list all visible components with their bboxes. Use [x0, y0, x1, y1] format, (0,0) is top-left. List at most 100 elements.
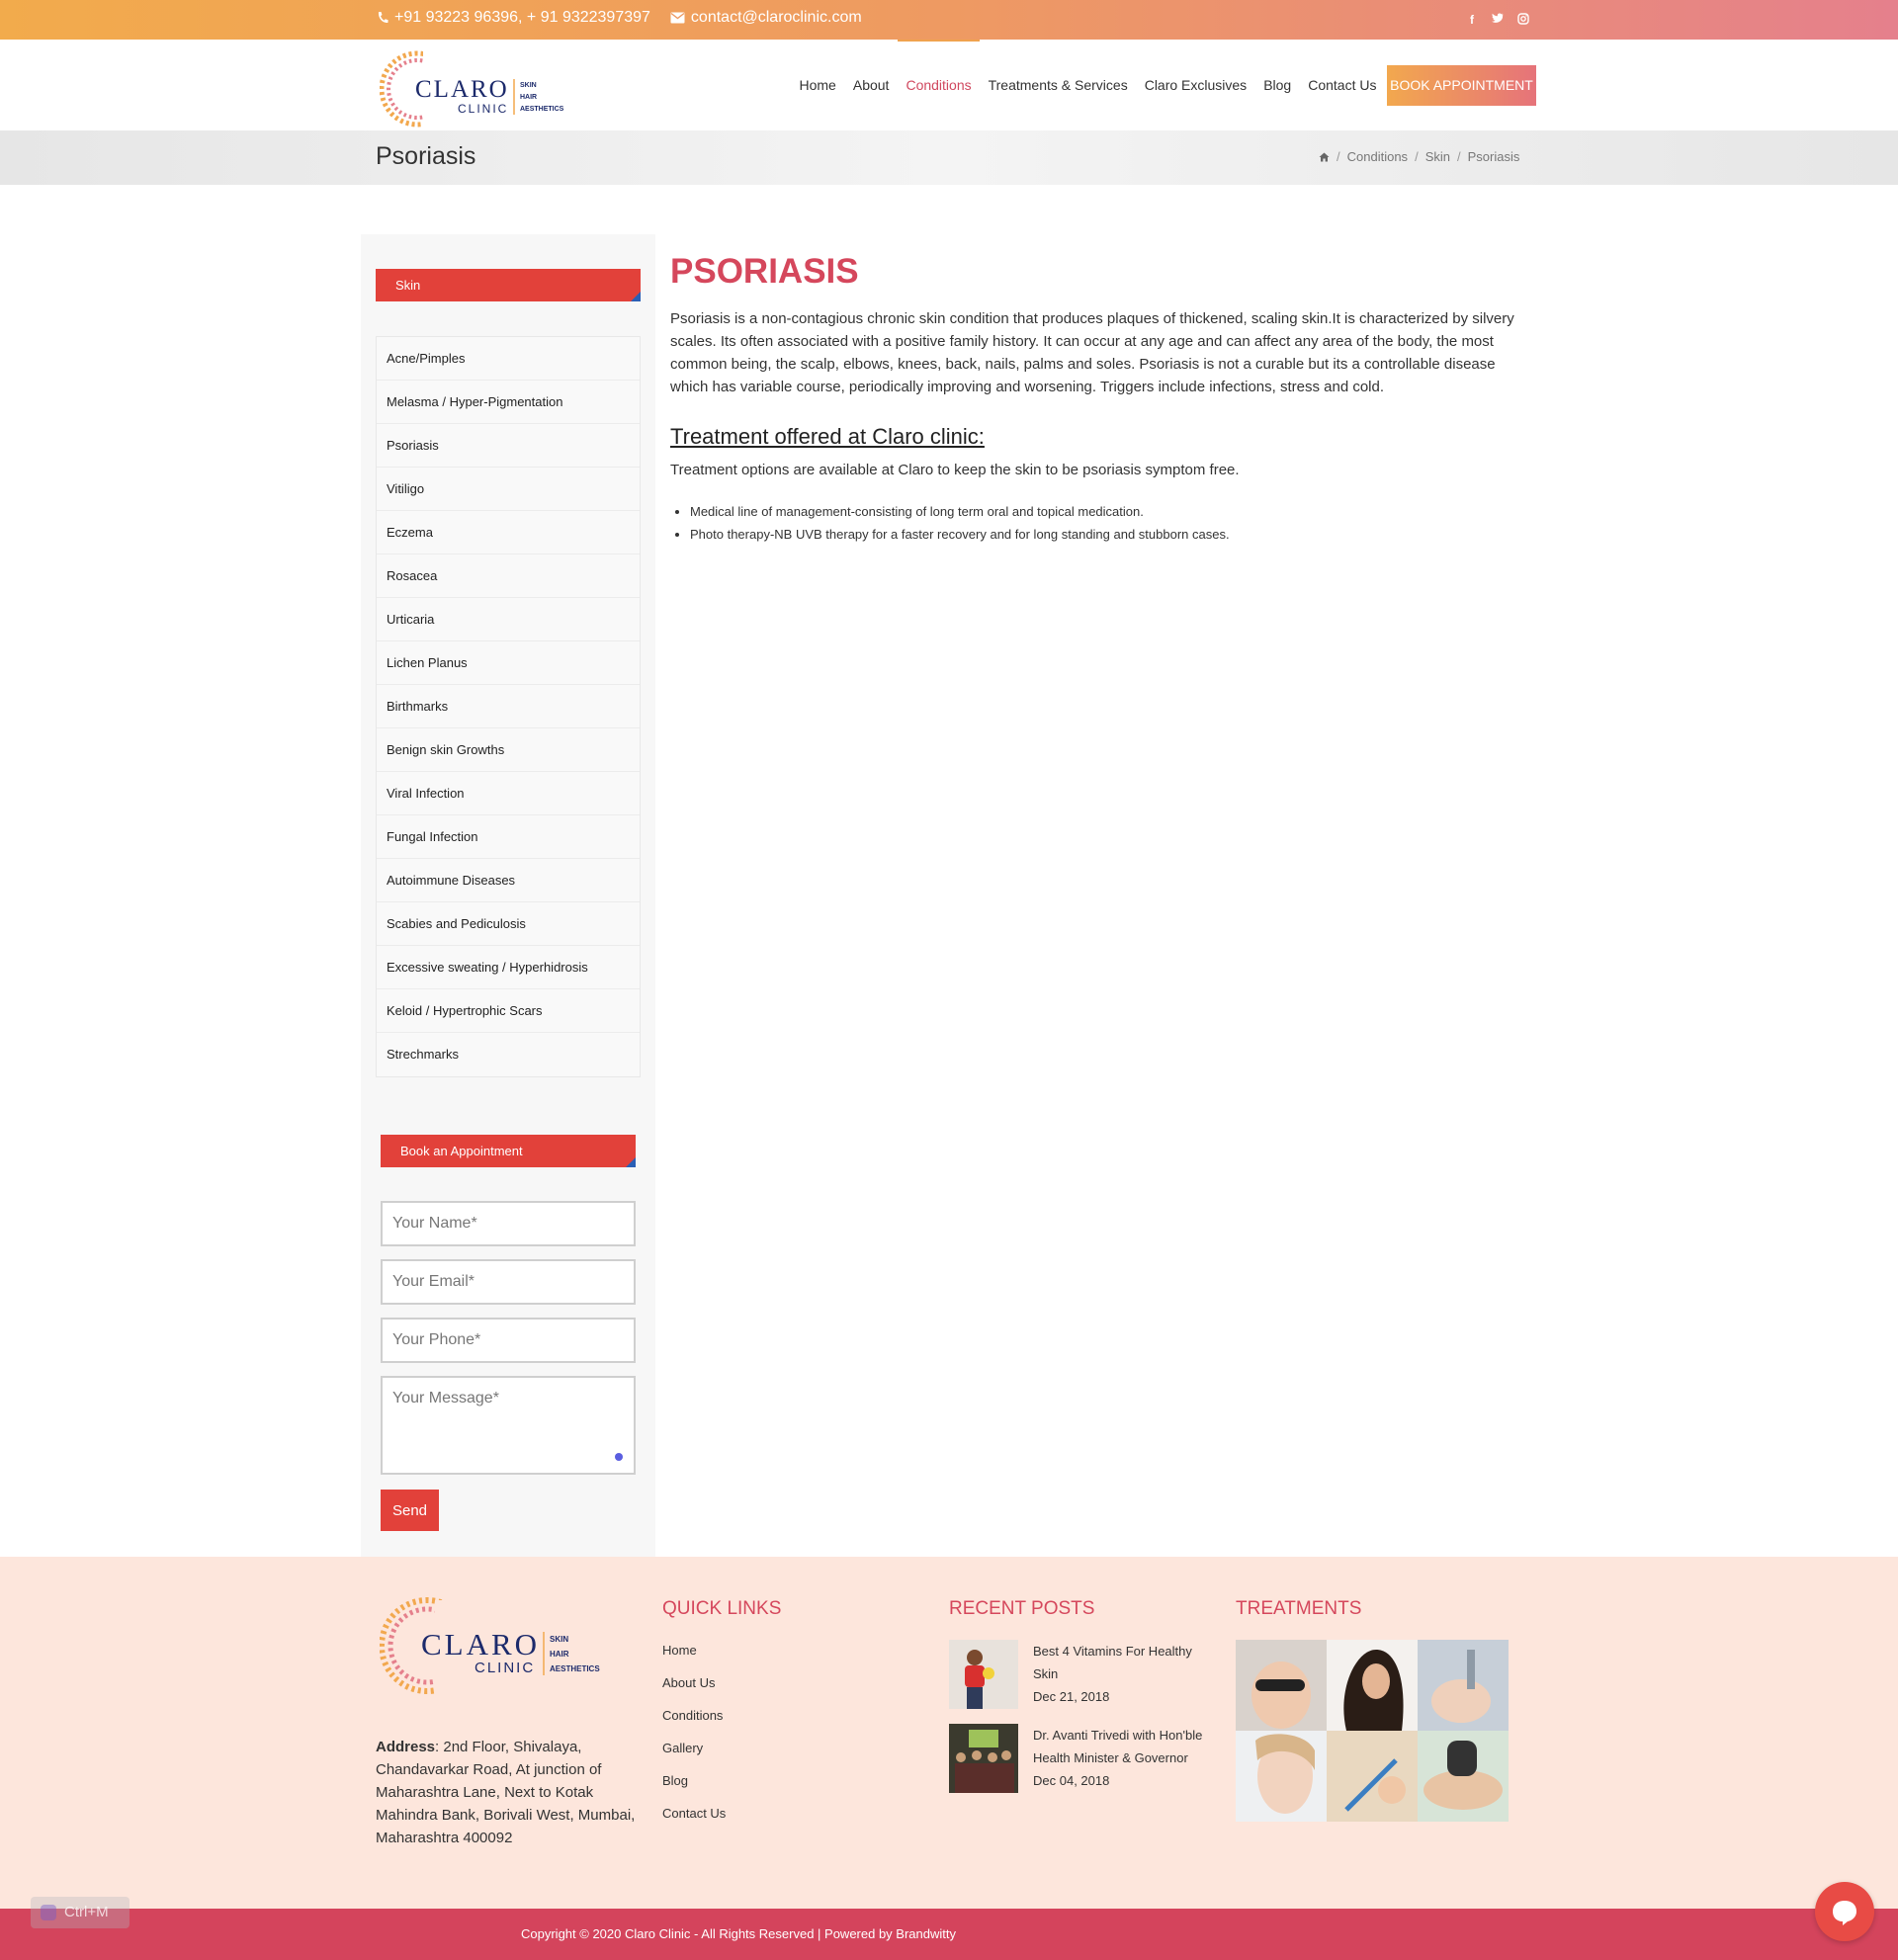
breadcrumb-current: Psoriasis	[1467, 149, 1520, 164]
sidebar-heading-skin: Skin	[376, 269, 641, 301]
post-thumbnail[interactable]	[949, 1640, 1018, 1709]
sidebar-item-psoriasis[interactable]: Psoriasis	[377, 424, 640, 468]
sidebar-item-eczema[interactable]: Eczema	[377, 511, 640, 554]
instagram-icon[interactable]	[1517, 13, 1529, 27]
post-thumbnail[interactable]	[949, 1724, 1018, 1793]
recent-posts-title: RECENT POSTS	[949, 1598, 1095, 1619]
copyright-text: Copyright © 2020 Claro Clinic - All Righ…	[521, 1926, 956, 1941]
social-links: f	[1466, 13, 1529, 27]
nav-treatments[interactable]: Treatments & Services	[980, 40, 1136, 130]
treatment-heading: Treatment offered at Claro clinic:	[670, 424, 985, 449]
main-content: PSORIASIS Psoriasis is a non-contagious …	[670, 252, 1522, 546]
email-item[interactable]: contact@claroclinic.com	[670, 9, 862, 27]
condition-list: Acne/Pimples Melasma / Hyper-Pigmentatio…	[376, 336, 641, 1077]
sidebar-item-melasma[interactable]: Melasma / Hyper-Pigmentation	[377, 381, 640, 424]
nav-blog[interactable]: Blog	[1255, 40, 1300, 130]
post-date: Dec 21, 2018	[1033, 1689, 1110, 1704]
chat-button[interactable]	[1815, 1882, 1874, 1941]
sidebar-item-scabies[interactable]: Scabies and Pediculosis	[377, 902, 640, 946]
logo-tag-aesthetics: AESTHETICS	[520, 106, 564, 113]
nav-contact[interactable]: Contact Us	[1300, 40, 1385, 130]
logo-tag-skin: SKIN	[520, 82, 537, 89]
post-title[interactable]: Dr. Avanti Trivedi with Hon'ble Health M…	[1033, 1724, 1216, 1792]
contact-info: +91 93223 96396, + 91 9322397397 contact…	[377, 9, 862, 27]
email-text: contact@claroclinic.com	[690, 9, 862, 26]
treatment-image[interactable]	[1327, 1640, 1418, 1731]
footer-link-contact[interactable]: Contact Us	[662, 1804, 726, 1836]
footer-address: Address: 2nd Floor, Shivalaya, Chandavar…	[376, 1736, 643, 1849]
site-header: CLARO CLINIC SKIN HAIR AESTHETICS Home A…	[0, 40, 1898, 130]
phone-item[interactable]: +91 93223 96396, + 91 9322397397	[377, 9, 650, 27]
footer-link-about[interactable]: About Us	[662, 1673, 726, 1706]
footer-logo-sub: CLINIC	[474, 1660, 535, 1676]
sidebar-item-viral-infection[interactable]: Viral Infection	[377, 772, 640, 815]
condition-heading: PSORIASIS	[670, 252, 859, 291]
breadcrumb: / Conditions / Skin / Psoriasis	[1319, 149, 1519, 164]
sidebar-item-urticaria[interactable]: Urticaria	[377, 598, 640, 641]
recent-post[interactable]: Best 4 Vitamins For Healthy Skin Dec 21, …	[949, 1640, 1216, 1709]
condition-description: Psoriasis is a non-contagious chronic sk…	[670, 310, 1514, 395]
sidebar: Skin Acne/Pimples Melasma / Hyper-Pigmen…	[361, 234, 655, 1557]
sidebar-item-rosacea[interactable]: Rosacea	[377, 554, 640, 598]
sidebar-item-birthmarks[interactable]: Birthmarks	[377, 685, 640, 728]
footer-logo-tag-aesthetics: AESTHETICS	[550, 1664, 600, 1673]
copyright-bar: Copyright © 2020 Claro Clinic - All Righ…	[0, 1909, 1898, 1960]
facebook-icon[interactable]: f	[1466, 13, 1478, 27]
breadcrumb-conditions[interactable]: Conditions	[1347, 149, 1408, 164]
footer-logo-brand: CLARO	[421, 1627, 540, 1662]
footer-link-home[interactable]: Home	[662, 1641, 726, 1673]
phone-icon	[378, 12, 388, 24]
footer-link-blog[interactable]: Blog	[662, 1771, 726, 1804]
nav-about[interactable]: About	[844, 40, 898, 130]
sidebar-item-fungal-infection[interactable]: Fungal Infection	[377, 815, 640, 859]
footer-link-conditions[interactable]: Conditions	[662, 1706, 726, 1739]
footer-logo[interactable]: CLARO CLINIC SKIN HAIR AESTHETICS	[379, 1590, 617, 1699]
sidebar-item-lichen-planus[interactable]: Lichen Planus	[377, 641, 640, 685]
book-appointment-button[interactable]: BOOK APPOINTMENT	[1387, 65, 1536, 106]
logo-tag-hair: HAIR	[520, 94, 537, 101]
breadcrumb-skin[interactable]: Skin	[1425, 149, 1450, 164]
sidebar-item-autoimmune[interactable]: Autoimmune Diseases	[377, 859, 640, 902]
treatment-image[interactable]	[1418, 1731, 1509, 1822]
nav-home[interactable]: Home	[791, 40, 844, 130]
sidebar-item-hyperhidrosis[interactable]: Excessive sweating / Hyperhidrosis	[377, 946, 640, 989]
page-title: Psoriasis	[376, 142, 476, 170]
send-button[interactable]: Send	[381, 1490, 439, 1531]
sidebar-item-acne[interactable]: Acne/Pimples	[377, 337, 640, 381]
sidebar-item-vitiligo[interactable]: Vitiligo	[377, 468, 640, 511]
post-title[interactable]: Best 4 Vitamins For Healthy Skin Dec 21, …	[1033, 1640, 1216, 1708]
name-field[interactable]	[381, 1201, 636, 1246]
top-bar: +91 93223 96396, + 91 9322397397 contact…	[0, 0, 1898, 40]
treatment-image[interactable]	[1236, 1640, 1327, 1731]
treatment-image[interactable]	[1327, 1731, 1418, 1822]
list-item: Medical line of management-consisting of…	[690, 500, 1522, 523]
list-item: Photo therapy-NB UVB therapy for a faste…	[690, 523, 1522, 546]
post-title-text[interactable]: Dr. Avanti Trivedi with Hon'ble Health M…	[1033, 1728, 1202, 1765]
nav-conditions[interactable]: Conditions	[897, 40, 981, 130]
footer-logo-tag-skin: SKIN	[550, 1635, 568, 1644]
treatment-image[interactable]	[1236, 1731, 1327, 1822]
sidebar-item-keloid[interactable]: Keloid / Hypertrophic Scars	[377, 989, 640, 1033]
main-nav: Home About Conditions Treatments & Servi…	[791, 40, 1385, 130]
page-title-bar: Psoriasis / Conditions / Skin / Psoriasi…	[0, 130, 1898, 185]
treatment-image[interactable]	[1418, 1640, 1509, 1731]
treatment-intro: Treatment options are available at Claro…	[670, 462, 1240, 478]
chat-bubble-icon	[1833, 1901, 1856, 1925]
sidebar-item-benign-growths[interactable]: Benign skin Growths	[377, 728, 640, 772]
phone-field[interactable]	[381, 1318, 636, 1363]
claro-logo[interactable]: CLARO CLINIC SKIN HAIR AESTHETICS	[379, 43, 577, 130]
nav-claro-exclusives[interactable]: Claro Exclusives	[1136, 40, 1254, 130]
post-title-text[interactable]: Best 4 Vitamins For Healthy Skin	[1033, 1644, 1192, 1681]
footer-link-gallery[interactable]: Gallery	[662, 1739, 726, 1771]
twitter-icon[interactable]	[1492, 13, 1504, 27]
recent-post[interactable]: Dr. Avanti Trivedi with Hon'ble Health M…	[949, 1724, 1216, 1793]
message-field[interactable]	[381, 1376, 636, 1475]
home-icon[interactable]	[1319, 152, 1330, 162]
sidebar-item-strechmarks[interactable]: Strechmarks	[377, 1033, 640, 1076]
shortcut-hint: Ctrl+M	[31, 1897, 129, 1928]
address-label: Address	[376, 1739, 436, 1755]
grammarly-icon[interactable]	[615, 1453, 623, 1461]
quick-links-title: QUICK LINKS	[662, 1598, 782, 1619]
breadcrumb-separator: /	[1456, 149, 1461, 164]
email-field[interactable]	[381, 1259, 636, 1305]
